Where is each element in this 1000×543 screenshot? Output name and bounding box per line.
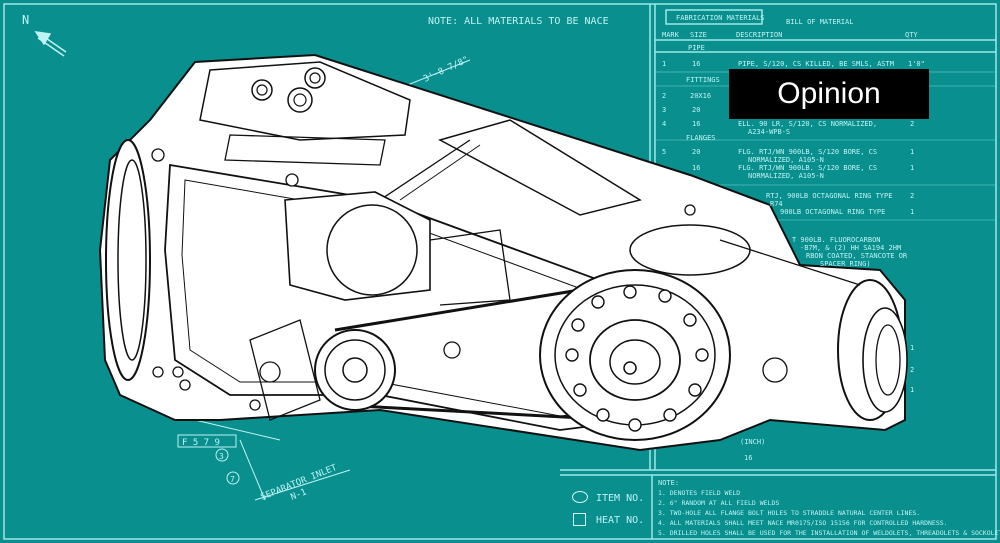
bom-r3-mark: 3 [662, 106, 666, 114]
notes-heading: NOTE: [658, 479, 679, 487]
bom-r5-desc2: NORMALIZED, A105-N [748, 156, 824, 164]
bom-r6-qty: 1 [910, 164, 914, 172]
bom-r2-mark: 2 [662, 92, 666, 100]
item-no-symbol [572, 491, 588, 503]
bom-margin-num-3: 1 [910, 386, 914, 394]
legend-heat-no: HEAT NO. [596, 515, 645, 526]
bom-r7-qty: 2 [910, 192, 914, 200]
bom-margin-num-2: 2 [910, 366, 914, 374]
bom-r1-size: 16 [692, 60, 700, 68]
note-5: 5. DRILLED HOLES SHALL BE USED FOR THE I… [658, 529, 1000, 537]
note-3: 3. TWO-HOLE ALL FLANGE BOLT HOLES TO STR… [658, 509, 920, 517]
bom-r6-size: 16 [692, 164, 700, 172]
bom-r5-size: 20 [692, 148, 700, 156]
bom-col-qty: QTY [905, 31, 918, 39]
bom-r5-mark: 5 [662, 148, 666, 156]
bom-r9-desc4: SPACER RING) [820, 260, 871, 268]
weld-size: 16 [744, 454, 752, 462]
bom-r4-size: 16 [692, 120, 700, 128]
bom-r5-desc: FLG. RTJ/WN 900LB, S/120 BORE, CS [738, 148, 877, 156]
opinion-badge: Opinion [729, 69, 929, 119]
callout-3: 3 [219, 452, 224, 461]
note-4: 4. ALL MATERIALS SHALL MEET NACE MR0175/… [658, 519, 948, 527]
bom-r9-desc: T 900LB. FLUOROCARBON [792, 236, 881, 244]
bom-r7-desc2: R74 [770, 200, 783, 208]
bom-r4-desc2: A234-WPB-S [748, 128, 790, 136]
bom-r4-qty: 2 [910, 120, 914, 128]
north-arrow-icon [34, 31, 67, 57]
bom-title: BILL OF MATERIAL [786, 18, 853, 26]
bom-r4-mark: 4 [662, 120, 666, 128]
bom-r8-qty: 1 [910, 208, 914, 216]
heat-no-symbol [573, 513, 586, 526]
legend-item-no: ITEM NO. [596, 493, 645, 504]
header-note: NOTE: ALL MATERIALS TO BE NACE [428, 16, 609, 27]
note-1: 1. DENOTES FIELD WELD [658, 489, 740, 497]
bom-r2-size: 20X16 [690, 92, 711, 100]
bom-section-fittings: FITTINGS [686, 76, 720, 84]
bom-r9-desc3: RBON COATED, STANCOTE OR [806, 252, 908, 260]
bom-r1-mark: 1 [662, 60, 666, 68]
bom-r7-desc: RTJ, 900LB OCTAGONAL RING TYPE [766, 192, 892, 200]
bom-r9-desc2: -B7M, & (2) HH SA194 2HM [800, 244, 901, 252]
bom-section-flanges: FLANGES [686, 134, 716, 142]
flag-label: F 5 7 9 [182, 438, 220, 448]
callout-7: 7 [230, 475, 235, 484]
bom-r1-desc: PIPE, S/120, CS KILLED, BE SMLS, ASTM [738, 60, 894, 68]
bom-r1-qty: 1'0" [908, 60, 925, 68]
bom-r5-qty: 1 [910, 148, 914, 156]
bom-margin-num-1: 1 [910, 344, 914, 352]
bom-r3-size: 20 [692, 106, 700, 114]
compass-label: N [22, 13, 29, 27]
bom-fabrication-label: FABRICATION MATERIALS [676, 14, 765, 22]
bom-col-size: SIZE [690, 31, 707, 39]
bom-r6-desc: FLG. RTJ/WN 900LB. S/120 BORE, CS [738, 164, 877, 172]
bom-r6-desc2: NORMALIZED, A105-N [748, 172, 824, 180]
bom-section-pipe: PIPE [688, 44, 705, 52]
bom-col-description: DESCRIPTION [736, 31, 782, 39]
bom-col-mark: MARK [662, 31, 680, 39]
bom-r4-desc: ELL. 90 LR, S/120, CS NORMALIZED, [738, 120, 877, 128]
weld-label: (INCH) [740, 438, 765, 446]
bom-r8-desc: 900LB OCTAGONAL RING TYPE [780, 208, 885, 216]
dimension-label: 3'-8 7/8" [422, 55, 470, 85]
note-2: 2. 6" RANDOM AT ALL FIELD WELDS [658, 499, 779, 507]
